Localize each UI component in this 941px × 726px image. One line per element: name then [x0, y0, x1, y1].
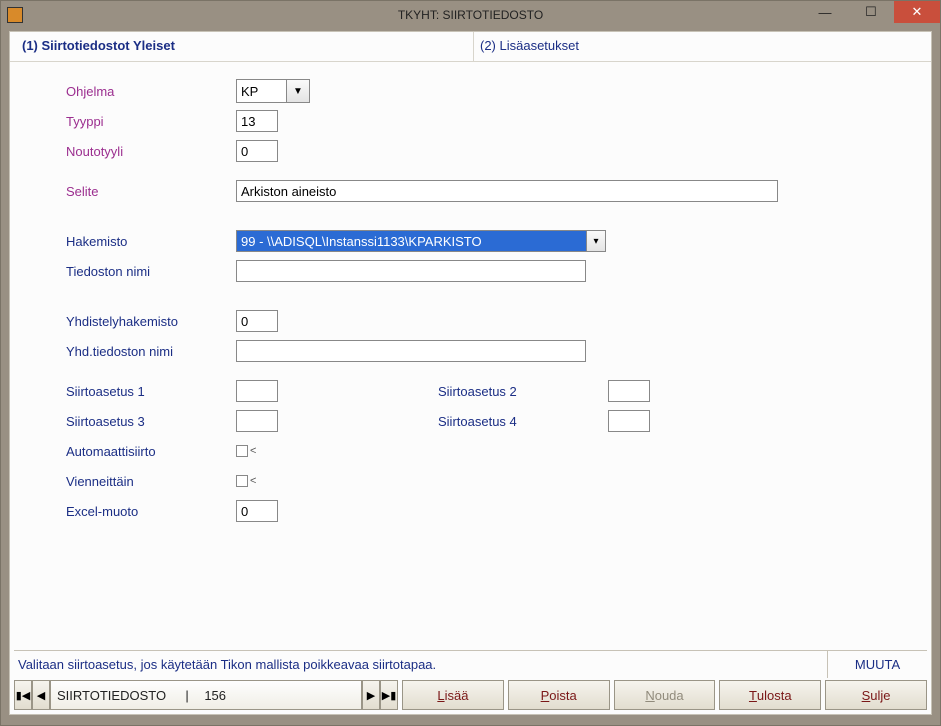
lisaa-button[interactable]: Lisää	[402, 680, 504, 710]
record-number: 156	[204, 688, 226, 703]
client-area: (1) Siirtotiedostot Yleiset (2) Lisäaset…	[9, 31, 932, 715]
nav-first-button[interactable]: ▮◀	[14, 680, 32, 710]
label-automaattisiirto: Automaattisiirto	[66, 444, 236, 459]
status-hint: Valitaan siirtoasetus, jos käytetään Tik…	[18, 657, 436, 672]
siirtoasetus3-field[interactable]	[236, 410, 278, 432]
label-selite: Selite	[66, 184, 236, 199]
window-title: TKYHT: SIIRTOTIEDOSTO	[1, 8, 940, 22]
maximize-button[interactable]: ☐	[848, 1, 894, 23]
nav-last-button[interactable]: ▶▮	[380, 680, 398, 710]
hakemisto-value[interactable]: 99 - \\ADISQL\Instanssi1133\KPARKISTO	[236, 230, 586, 252]
record-name: SIIRTOTIEDOSTO	[57, 688, 166, 703]
status-mode: MUUTA	[827, 651, 927, 678]
nouda-button[interactable]: Nouda	[614, 680, 716, 710]
hakemisto-dropdown-button[interactable]: ▾	[586, 230, 606, 252]
selite-field[interactable]	[236, 180, 778, 202]
app-icon	[7, 7, 23, 23]
label-tyyppi: Tyyppi	[66, 114, 236, 129]
tulosta-button[interactable]: Tulosta	[719, 680, 821, 710]
record-display: SIIRTOTIEDOSTO | 156	[50, 680, 362, 710]
label-siirtoasetus3: Siirtoasetus 3	[66, 414, 236, 429]
close-button[interactable]: ✕	[894, 1, 940, 23]
titlebar: TKYHT: SIIRTOTIEDOSTO — ☐ ✕	[1, 1, 940, 29]
dropdown-icon: ▼	[293, 86, 303, 97]
nav-next-button[interactable]: ▶	[362, 680, 380, 710]
yhdistelyhakemisto-field[interactable]	[236, 310, 278, 332]
label-excel-muoto: Excel-muoto	[66, 504, 236, 519]
label-noutotyyli: Noutotyyli	[66, 144, 236, 159]
ohjelma-dropdown-button[interactable]: ▼	[286, 79, 310, 103]
tab-yleiset[interactable]: (1) Siirtotiedostot Yleiset	[16, 32, 474, 61]
vienneittain-checkbox[interactable]	[236, 475, 248, 487]
siirtoasetus2-field[interactable]	[608, 380, 650, 402]
ohjelma-field[interactable]	[236, 79, 286, 103]
vienneittain-less-icon: <	[250, 475, 256, 487]
tyyppi-field[interactable]	[236, 110, 278, 132]
automaattisiirto-checkbox[interactable]	[236, 445, 248, 457]
poista-button[interactable]: Poista	[508, 680, 610, 710]
label-yhd-tiedoston-nimi: Yhd.tiedoston nimi	[66, 344, 236, 359]
label-yhdistelyhakemisto: Yhdistelyhakemisto	[66, 314, 236, 329]
label-siirtoasetus2: Siirtoasetus 2	[438, 384, 608, 399]
tiedoston-nimi-field[interactable]	[236, 260, 586, 282]
label-vienneittain: Vienneittäin	[66, 474, 236, 489]
tab-strip: (1) Siirtotiedostot Yleiset (2) Lisäaset…	[10, 32, 931, 62]
chevron-down-icon: ▾	[593, 236, 598, 247]
siirtoasetus1-field[interactable]	[236, 380, 278, 402]
excel-muoto-field[interactable]	[236, 500, 278, 522]
sulje-button[interactable]: Sulje	[825, 680, 927, 710]
app-window: TKYHT: SIIRTOTIEDOSTO — ☐ ✕ (1) Siirtoti…	[0, 0, 941, 726]
label-tiedoston-nimi: Tiedoston nimi	[66, 264, 236, 279]
label-ohjelma: Ohjelma	[66, 84, 236, 99]
noutotyyli-field[interactable]	[236, 140, 278, 162]
hakemisto-combo[interactable]: 99 - \\ADISQL\Instanssi1133\KPARKISTO ▾	[236, 230, 606, 252]
siirtoasetus4-field[interactable]	[608, 410, 650, 432]
window-controls: — ☐ ✕	[802, 1, 940, 23]
label-siirtoasetus4: Siirtoasetus 4	[438, 414, 608, 429]
record-sep: |	[185, 688, 188, 703]
tab-lisaasetukset[interactable]: (2) Lisäasetukset	[474, 32, 931, 61]
minimize-button[interactable]: —	[802, 1, 848, 23]
nav-prev-button[interactable]: ◀	[32, 680, 50, 710]
label-siirtoasetus1: Siirtoasetus 1	[66, 384, 236, 399]
status-bar: Valitaan siirtoasetus, jos käytetään Tik…	[14, 650, 927, 678]
automaattisiirto-less-icon: <	[250, 445, 256, 457]
form-area: Ohjelma ▼ Tyyppi Noutotyyli Selite	[10, 62, 931, 644]
label-hakemisto: Hakemisto	[66, 234, 236, 249]
yhd-tiedoston-nimi-field[interactable]	[236, 340, 586, 362]
bottom-toolbar: ▮◀ ◀ SIIRTOTIEDOSTO | 156 ▶ ▶▮ Lisää Poi…	[14, 680, 927, 710]
